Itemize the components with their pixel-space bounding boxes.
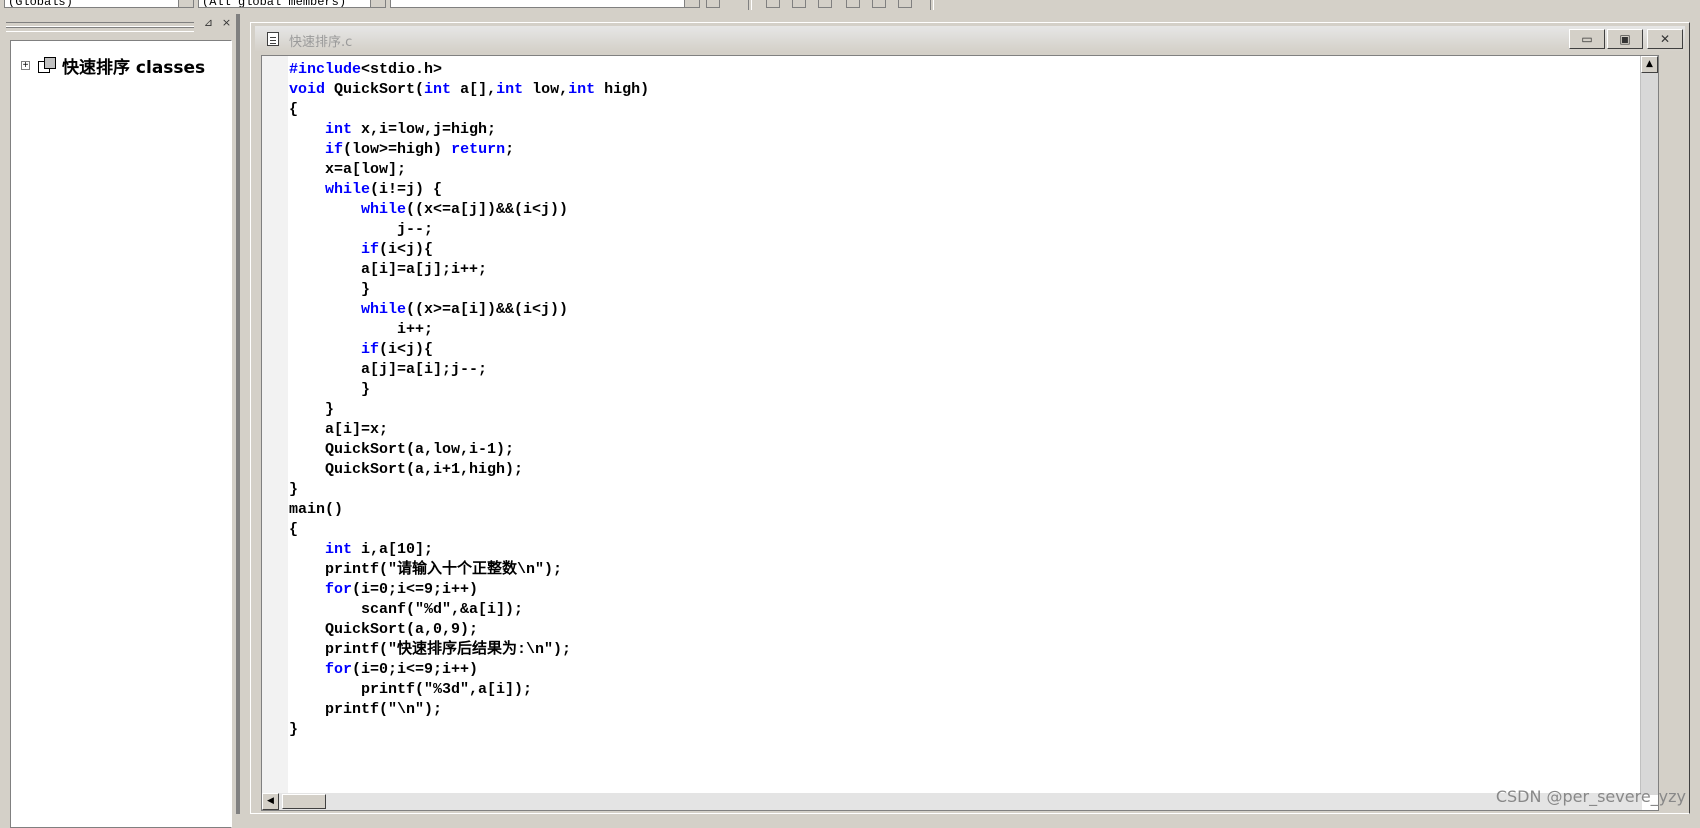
scope-combo[interactable]: (Globals) [4,0,194,8]
code-line[interactable]: } [289,280,649,300]
minimize-button[interactable]: ▭ [1569,29,1605,49]
go-icon[interactable] [872,0,886,8]
close-icon[interactable]: × [220,17,233,30]
expand-icon[interactable]: + [21,60,30,70]
code-text[interactable]: #include<stdio.h> void QuickSort(int a[],… [289,60,649,740]
document-window: 快速排序.c ▭ ▣ ✕ #include<stdio.h> void Quick… [250,22,1690,814]
code-line[interactable]: a[j]=a[i];j--; [289,360,649,380]
code-line[interactable]: printf("%3d",a[i]); [289,680,649,700]
code-line[interactable]: void QuickSort(int a[],int low,int high) [289,80,649,100]
code-line[interactable]: a[i]=x; [289,420,649,440]
code-editor[interactable]: #include<stdio.h> void QuickSort(int a[],… [261,55,1659,811]
code-line[interactable]: #include<stdio.h> [289,60,649,80]
code-line[interactable]: while(i!=j) { [289,180,649,200]
close-button[interactable]: ✕ [1647,29,1683,49]
code-line[interactable]: scanf("%d",&a[i]); [289,600,649,620]
scroll-up-icon[interactable]: ▲ [1641,56,1658,73]
breakpoint-icon[interactable] [898,0,912,8]
document-titlebar[interactable]: 快速排序.c ▭ ▣ ✕ [255,26,1685,52]
code-line[interactable]: printf("\n"); [289,700,649,720]
code-line[interactable]: int x,i=low,j=high; [289,120,649,140]
workspace-pane: ⊿ × + 快速排序 classes [0,14,236,828]
toolbar-separator [930,0,934,10]
code-line[interactable]: main() [289,500,649,520]
code-line[interactable]: } [289,380,649,400]
code-line[interactable]: QuickSort(a,i+1,high); [289,460,649,480]
editor-gutter[interactable] [262,56,288,810]
code-line[interactable]: printf("请输入十个正整数\n"); [289,560,649,580]
code-line[interactable]: for(i=0;i<=9;i++) [289,580,649,600]
code-line[interactable]: printf("快速排序后结果为:\n"); [289,640,649,660]
tree-node-classes[interactable]: + 快速排序 classes [21,53,205,78]
chevron-down-icon[interactable] [178,0,193,7]
wizard-action-icon[interactable] [706,0,720,8]
code-line[interactable]: i++; [289,320,649,340]
classes-icon [38,57,56,73]
class-tree[interactable]: + 快速排序 classes [10,40,232,828]
code-line[interactable]: for(i=0;i<=9;i++) [289,660,649,680]
code-line[interactable]: QuickSort(a,low,i-1); [289,440,649,460]
toolbar: (Globals) (All global members) [0,0,1700,12]
code-line[interactable]: a[i]=a[j];i++; [289,260,649,280]
code-line[interactable]: while((x<=a[j])&&(i<j)) [289,200,649,220]
watermark: CSDN @per_severe_yzy [1495,787,1686,806]
splitter[interactable] [236,14,240,814]
chevron-down-icon[interactable] [684,0,699,7]
function-combo[interactable] [390,0,700,8]
vertical-scrollbar[interactable]: ▲ [1640,56,1658,795]
code-line[interactable]: { [289,520,649,540]
scope-combo-value: (Globals) [8,0,73,8]
build-icon[interactable] [792,0,806,8]
chevron-down-icon[interactable] [370,0,385,7]
scroll-left-icon[interactable]: ◀ [262,793,279,810]
restore-button[interactable]: ▣ [1607,29,1643,49]
pane-grip[interactable] [6,27,194,32]
pin-icon[interactable]: ⊿ [202,17,215,30]
document-title: 快速排序.c [289,35,353,50]
code-line[interactable]: QuickSort(a,0,9); [289,620,649,640]
stop-build-icon[interactable] [818,0,832,8]
code-line[interactable]: if(low>=high) return; [289,140,649,160]
members-combo[interactable]: (All global members) [198,0,386,8]
code-line[interactable]: } [289,400,649,420]
code-line[interactable]: { [289,100,649,120]
execute-icon[interactable] [846,0,860,8]
code-line[interactable]: while((x>=a[i])&&(i<j)) [289,300,649,320]
members-combo-value: (All global members) [202,0,347,8]
code-line[interactable]: int i,a[10]; [289,540,649,560]
horizontal-scrollbar[interactable]: ◀ [262,793,1642,810]
compile-icon[interactable] [766,0,780,8]
code-line[interactable]: } [289,720,649,740]
horizontal-scroll-thumb[interactable] [282,794,326,809]
code-line[interactable]: j--; [289,220,649,240]
document-icon [267,32,279,46]
code-line[interactable]: if(i<j){ [289,240,649,260]
code-line[interactable]: x=a[low]; [289,160,649,180]
tree-node-label[interactable]: 快速排序 classes [62,53,205,78]
code-line[interactable]: if(i<j){ [289,340,649,360]
toolbar-separator [748,0,752,10]
code-line[interactable]: } [289,480,649,500]
